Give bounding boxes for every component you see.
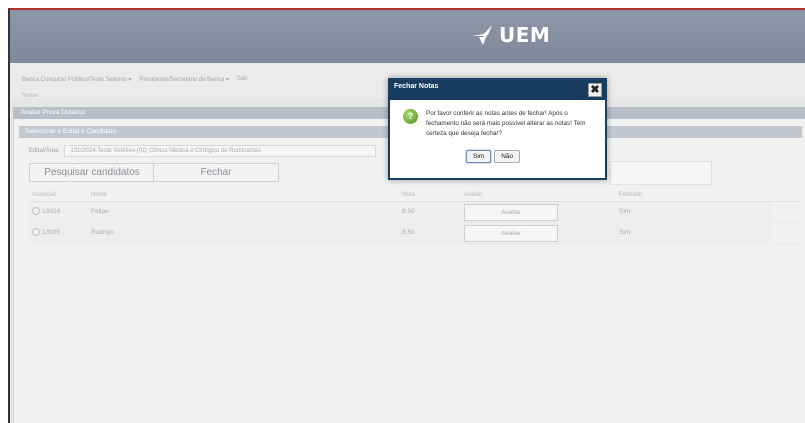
chevron-down-icon: ▾ (128, 77, 132, 83)
nota-cell: 8.50 (402, 229, 415, 236)
header-fechado: Fechado (619, 192, 643, 198)
header-nome: Nome (91, 192, 108, 198)
chevron-down-icon: ▾ (225, 77, 229, 83)
edital-select[interactable]: 131/2024-Teste Seletivo-(01) Clínica Méd… (64, 145, 377, 157)
dialog-title: Fechar Notas (394, 83, 439, 90)
dialog-title-bar: Fechar Notas ✖ (390, 80, 605, 100)
inscricao-cell: 13924 (32, 202, 60, 222)
menu-item-banca-concurso[interactable]: Banca Concurso Público/Teste Seletivo ▾ (22, 76, 131, 83)
header-avaliar: Avaliar (464, 192, 483, 198)
uem-emblem-icon (470, 21, 496, 49)
avaliar-button[interactable]: Avaliar (464, 225, 558, 242)
no-button[interactable]: Não (494, 150, 521, 163)
main-menu: Banca Concurso Público/Teste Seletivo ▾ … (22, 76, 248, 83)
app-window: UEM Banca Concurso Público/Teste Seletiv… (8, 8, 805, 423)
inscricao-cell: 13926 (32, 223, 60, 243)
menu-item-sair[interactable]: Sair (237, 76, 248, 83)
row-background (29, 202, 771, 222)
nota-cell: 8.50 (402, 208, 415, 215)
nome-cell: Felipe (91, 208, 109, 215)
close-grades-dialog: Fechar Notas ✖ ? Por favor conferir as n… (388, 78, 607, 180)
fechado-cell: Sim (619, 229, 631, 236)
close-button[interactable]: Fechar (153, 163, 279, 182)
yes-button[interactable]: Sim (466, 150, 492, 163)
edital-filter-box (610, 161, 712, 185)
header-nota: Nota (402, 192, 415, 198)
table-row: 13924 Felipe 8.50 Avaliar Sim (29, 202, 801, 223)
search-candidates-button[interactable]: Pesquisar candidatos (29, 163, 155, 182)
avaliar-button[interactable]: Avaliar (464, 204, 558, 221)
edital-row: Edital/Área 131/2024-Teste Seletivo-(01)… (29, 145, 377, 157)
logo-text: UEM (499, 23, 551, 47)
user-name-label: Nome (22, 93, 39, 99)
header-inscricao: Inscrição (32, 192, 57, 198)
table-row: 13926 Rodrigo 8.50 Avaliar Sim (29, 223, 801, 244)
candidates-table: Inscrição Nome Nota Avaliar Fechado 1392… (29, 189, 801, 244)
edital-label: Edital/Área (29, 148, 59, 154)
dialog-body: ? Por favor conferir as notas antes de f… (390, 100, 605, 163)
logo: UEM (470, 20, 550, 50)
header-banner: UEM (10, 10, 805, 63)
row-radio[interactable] (32, 207, 40, 216)
menu-item-presidente-secretario[interactable]: Presidente/Secretário de Banca ▾ (139, 76, 228, 83)
fechado-cell: Sim (619, 208, 631, 215)
close-icon[interactable]: ✖ (588, 83, 602, 97)
row-radio[interactable] (32, 228, 40, 237)
nome-cell: Rodrigo (91, 229, 114, 236)
row-background (29, 223, 771, 243)
dialog-buttons: Sim Não (466, 150, 521, 163)
dialog-message: Por favor conferir as notas antes de fec… (426, 110, 586, 137)
question-icon: ? (403, 109, 418, 124)
table-header: Inscrição Nome Nota Avaliar Fechado (29, 189, 801, 202)
